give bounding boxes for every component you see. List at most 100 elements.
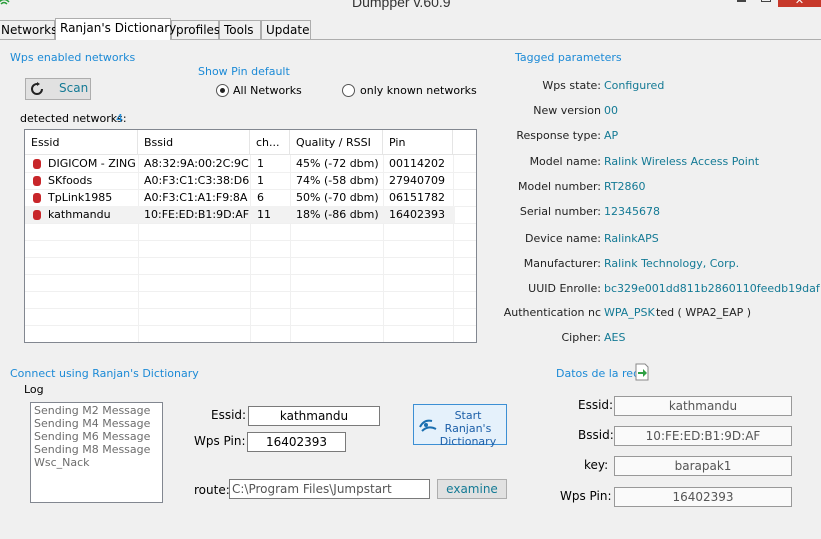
tag-value: WPA_PSK [604, 306, 655, 319]
scan-button[interactable]: Scan [25, 78, 91, 100]
tag-value: Ralink Technology, Corp. [604, 257, 740, 270]
cell-pin: 00114202 [389, 157, 445, 170]
tag-label: Cipher: [561, 331, 602, 344]
database-icon [33, 210, 41, 220]
tab-panel: Wps enabled networks Scan Show Pin defau… [0, 39, 821, 539]
route-label: route: [194, 483, 230, 497]
window-title: Dumpper v.60.9 [352, 0, 451, 10]
datos-essid-field[interactable]: kathmandu [614, 396, 792, 416]
examine-button[interactable]: examine [437, 479, 507, 499]
title-bar: Dumpper v.60.9 ✕ [0, 0, 821, 14]
radio-all-networks-label: All Networks [233, 84, 302, 97]
wps-section-title: Wps enabled networks [10, 51, 136, 64]
tag-value: Ralink Wireless Access Point [604, 155, 760, 168]
datos-key-field[interactable]: barapak1 [614, 456, 792, 476]
tag-value: AP [604, 129, 619, 142]
tag-value: RT2860 [604, 180, 646, 193]
cell-bssid: A8:32:9A:00:2C:9C [144, 157, 249, 170]
datos-essid-label: Essid: [578, 398, 614, 412]
start-button-line2: Dictionary [439, 435, 497, 448]
datos-bssid-field[interactable]: 10:FE:ED:B1:9D:AF [614, 426, 792, 446]
auth-extra: ted ( WPA2_EAP ) [656, 306, 752, 319]
start-ranjans-dictionary-button[interactable]: Start Ranjan's Dictionary [413, 404, 507, 448]
log-box[interactable]: Sending M2 Message Sending M4 Message Se… [30, 402, 163, 503]
scan-label: Scan [59, 81, 89, 95]
database-icon [33, 176, 41, 186]
tag-label: Model name: [529, 155, 601, 168]
column-essid[interactable]: Essid [25, 130, 138, 155]
log-label: Log [24, 383, 44, 396]
log-line: Sending M6 Message [34, 430, 151, 443]
tag-value: 00 [604, 104, 618, 117]
connect-title: Connect using Ranjan's Dictionary [10, 367, 199, 380]
cell-bssid: A0:F3:C1:A1:F9:8A [144, 191, 248, 204]
route-input[interactable]: C:\Program Files\Jumpstart [229, 479, 430, 499]
log-line: Sending M8 Message [34, 443, 151, 456]
log-line: Sending M4 Message [34, 417, 151, 430]
table-row-selected[interactable]: kathmandu 10:FE:ED:B1:9D:AF 11 18% (-86 … [25, 206, 455, 223]
datos-pin-label: Wps Pin: [560, 489, 612, 503]
tag-label: Response type: [516, 129, 601, 142]
tag-label: UUID Enrolle: [528, 282, 601, 295]
show-pin-title: Show Pin default [198, 65, 290, 78]
detected-networks-label: detected networks: [20, 112, 127, 125]
radio-known-networks[interactable] [342, 84, 355, 97]
essid-input[interactable]: kathmandu [248, 406, 380, 426]
table-row[interactable]: SKfoods A0:F3:C1:C3:38:D6 1 74% (-58 dbm… [25, 172, 455, 189]
tag-label: Authentication nc [503, 306, 601, 319]
document-arrow-icon[interactable] [633, 363, 651, 381]
column-quality[interactable]: Quality / RSSI [290, 130, 383, 155]
table-row[interactable]: DIGICOM - ZING A8:32:9A:00:2C:9C 1 45% (… [25, 155, 455, 172]
cell-channel: 11 [257, 208, 271, 221]
tab-update[interactable]: Update [261, 20, 311, 39]
tag-value: AES [604, 331, 626, 344]
cell-quality: 74% (-58 dbm) [296, 174, 379, 187]
close-button[interactable]: ✕ [778, 0, 821, 7]
radio-all-networks[interactable] [216, 84, 229, 97]
detected-networks-count: 4 [116, 112, 123, 125]
tab-profiles[interactable]: profiles [171, 20, 220, 39]
tab-tools[interactable]: Tools [219, 20, 261, 39]
wifi-icon [0, 0, 10, 5]
datos-title: Datos de la red [556, 367, 641, 380]
wps-pin-input[interactable]: 16402393 [247, 432, 346, 452]
tag-label: Device name: [524, 232, 601, 245]
tab-ranjans-dictionary[interactable]: Ranjan's Dictionary [55, 18, 176, 40]
examine-label: examine [446, 482, 498, 496]
radio-known-networks-label: only known networks [360, 84, 477, 97]
cell-essid: TpLink1985 [48, 191, 113, 204]
networks-list[interactable]: Essid Bssid ch... Quality / RSSI Pin DIG… [24, 129, 477, 343]
column-channel[interactable]: ch... [250, 130, 290, 155]
tag-value: bc329e001dd811b2860110feedb19daf [604, 282, 820, 295]
tagged-title: Tagged parameters [515, 51, 622, 64]
cell-pin: 27940709 [389, 174, 445, 187]
tag-value: 12345678 [604, 205, 660, 218]
cell-quality: 18% (-86 dbm) [296, 208, 379, 221]
tag-label: Wps state: [542, 79, 601, 92]
datos-key-label: key: [584, 458, 609, 472]
tag-value: RalinkAPS [604, 232, 659, 245]
table-row[interactable]: TpLink1985 A0:F3:C1:A1:F9:8A 6 50% (-70 … [25, 189, 455, 206]
maximize-button[interactable] [757, 0, 775, 7]
tab-networks[interactable]: Networks [0, 20, 57, 39]
cell-channel: 1 [257, 174, 264, 187]
cell-channel: 1 [257, 157, 264, 170]
refresh-icon [31, 82, 43, 95]
cell-channel: 6 [257, 191, 264, 204]
cell-essid: kathmandu [48, 208, 111, 221]
cell-pin: 06151782 [389, 191, 445, 204]
list-header: Essid Bssid ch... Quality / RSSI Pin [25, 130, 476, 155]
column-pin[interactable]: Pin [383, 130, 453, 155]
tag-label: Serial number: [519, 205, 601, 218]
datos-pin-field[interactable]: 16402393 [614, 487, 792, 507]
cell-essid: SKfoods [48, 174, 93, 187]
essid-label: Essid: [211, 408, 247, 422]
minimize-button[interactable] [733, 0, 751, 7]
cell-essid: DIGICOM - ZING [48, 157, 136, 170]
cell-pin: 16402393 [389, 208, 445, 221]
tag-label: New version [533, 104, 601, 117]
column-bssid[interactable]: Bssid [138, 130, 250, 155]
wps-pin-label: Wps Pin: [194, 434, 246, 448]
start-button-line1: Start Ranjan's [444, 409, 492, 435]
tag-label: Model number: [518, 180, 601, 193]
